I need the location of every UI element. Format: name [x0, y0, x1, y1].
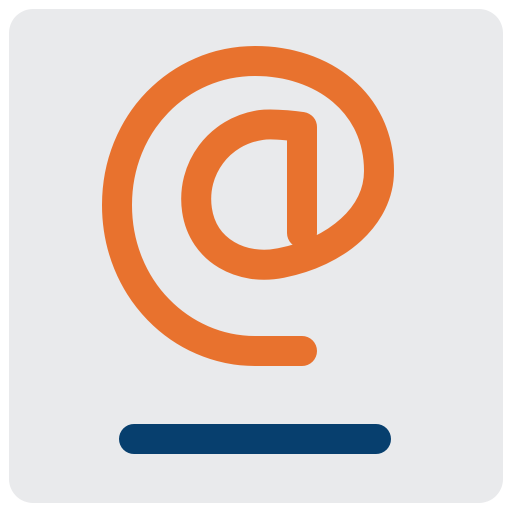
- underline-bar: [119, 424, 391, 454]
- at-sign-inner-loop: [102, 46, 394, 366]
- email-app-icon[interactable]: [9, 9, 503, 503]
